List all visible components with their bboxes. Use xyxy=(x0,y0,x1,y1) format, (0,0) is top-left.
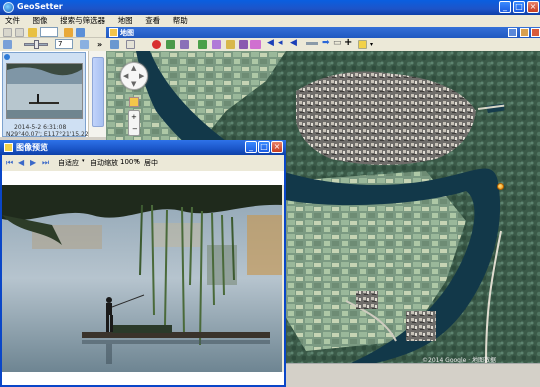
previous-marker-icon[interactable] xyxy=(250,40,261,49)
close-button[interactable]: × xyxy=(527,1,539,13)
back-icon[interactable] xyxy=(3,28,12,37)
chevron-right-icon[interactable]: » xyxy=(97,40,102,49)
gps-icon[interactable] xyxy=(198,40,207,49)
thumbnail-coordinates: N29°40.07'; E117°21'15.22" xyxy=(6,131,92,138)
next-arrow-icon[interactable]: ➡ xyxy=(322,38,330,48)
menu-bar: 文件 图像 搜索与筛选器 地图 查看 帮助 xyxy=(0,15,540,27)
folder-level-input[interactable] xyxy=(40,27,58,37)
center-button[interactable]: 居中 xyxy=(144,158,158,168)
crosshair-icon[interactable]: + xyxy=(344,37,352,48)
dropdown-arrow-icon[interactable]: ▾ xyxy=(370,41,373,48)
forward-icon[interactable] xyxy=(15,28,24,37)
maximize-button[interactable]: □ xyxy=(513,1,525,13)
settings-icon[interactable] xyxy=(80,40,89,49)
menu-item-view[interactable]: 查看 xyxy=(140,15,165,27)
preview-photo[interactable] xyxy=(2,185,282,372)
photo-location-marker[interactable] xyxy=(497,183,504,190)
thumbnail-timestamp: 2014-5-2 6:31:08 xyxy=(14,124,67,131)
map-type-icon[interactable] xyxy=(110,40,119,49)
next-image-icon[interactable]: ▶ xyxy=(30,158,36,167)
open-folder-icon[interactable] xyxy=(64,28,73,37)
last-image-icon[interactable]: ⏭ xyxy=(42,158,49,168)
preview-titlebar[interactable]: 图像预览 _ □ × xyxy=(0,140,286,155)
preview-header-area xyxy=(2,171,284,185)
map-panel-undock-button[interactable] xyxy=(520,28,529,37)
image-icon xyxy=(4,143,13,152)
first-image-icon[interactable]: ⏮ xyxy=(6,158,13,168)
thumbnail-scrollbar[interactable] xyxy=(88,51,106,137)
pan-control-icon[interactable]: ▲ ▼ ◀ ▶ xyxy=(120,62,148,90)
thumbnail-size-spinner[interactable]: 7 xyxy=(55,39,73,49)
window-titlebar: GeoSetter _ □ × xyxy=(0,0,540,15)
zoom-slider[interactable]: + − xyxy=(128,110,140,136)
map-settings-icon[interactable] xyxy=(358,40,367,49)
menu-item-help[interactable]: 帮助 xyxy=(168,15,193,27)
auto-scale-button[interactable]: 自动缩放 xyxy=(90,158,118,168)
preview-maximize-button[interactable]: □ xyxy=(258,141,270,153)
arrow-left-icon[interactable]: ◀ xyxy=(267,38,274,48)
map-panel-header: 地图 xyxy=(106,27,540,38)
refresh-icon[interactable] xyxy=(76,28,85,37)
preview-close-button[interactable]: × xyxy=(271,141,283,153)
map-pin-icon[interactable] xyxy=(126,40,135,49)
street-view-icon[interactable] xyxy=(129,97,139,107)
window-title: GeoSetter xyxy=(17,2,63,11)
view-mode-icon[interactable] xyxy=(3,40,12,49)
scrollbar-thumb[interactable] xyxy=(92,57,104,127)
map-panel-close-button[interactable] xyxy=(531,28,540,37)
preview-minimize-button[interactable]: _ xyxy=(245,141,257,153)
map-panel-pin-button[interactable] xyxy=(508,28,517,37)
preview-title: 图像预览 xyxy=(16,143,48,152)
red-marker-icon[interactable] xyxy=(152,40,161,49)
globe-icon xyxy=(3,2,14,13)
slider-thumb[interactable] xyxy=(34,40,39,49)
waypoint-icon[interactable] xyxy=(180,40,189,49)
left-toolbar-bottom: 7 » xyxy=(0,38,106,51)
menu-item-image[interactable]: 图像 xyxy=(28,15,53,27)
track-icon[interactable] xyxy=(166,40,175,49)
separator-icon xyxy=(306,42,318,45)
location-dot-icon xyxy=(4,54,10,60)
layers-icon[interactable] xyxy=(239,40,248,49)
dropdown-arrow-icon[interactable]: ▾ xyxy=(136,158,139,164)
arrow-left-small-icon[interactable]: ◂ xyxy=(278,38,283,48)
geosetter-app: GeoSetter _ □ × 文件 图像 搜索与筛选器 地图 查看 帮助 7 … xyxy=(0,0,540,387)
left-toolbar-top xyxy=(0,27,106,38)
preview-scrollbar[interactable] xyxy=(2,372,284,385)
folder-icon[interactable] xyxy=(28,28,37,37)
thumbnail-image[interactable] xyxy=(6,63,83,119)
previous-image-icon[interactable]: ◀ xyxy=(18,158,24,167)
menu-item-file[interactable]: 文件 xyxy=(0,15,25,27)
dropdown-arrow-icon[interactable]: ▾ xyxy=(82,158,85,164)
preview-toolbar: ⏮ ◀ ▶ ⏭ 自适应 ▾ 自动缩放 100% ▾ 居中 xyxy=(2,155,284,171)
search-location-icon[interactable] xyxy=(212,40,221,49)
map-panel-title: 地图 xyxy=(120,29,134,37)
map-icon xyxy=(109,28,118,37)
menu-item-map[interactable]: 地图 xyxy=(113,15,138,27)
arrow-right-icon[interactable]: ◀ xyxy=(290,38,297,48)
zoom-to-icon[interactable] xyxy=(226,40,235,49)
minimize-button[interactable]: _ xyxy=(499,1,511,13)
menu-item-search-filter[interactable]: 搜索与筛选器 xyxy=(55,15,110,27)
comment-icon[interactable]: ▭ xyxy=(333,38,342,48)
fit-to-window-button[interactable]: 自适应 xyxy=(58,158,79,168)
map-toolbar: ◀ ◂ ◀ ➡ ▭ + ▾ xyxy=(106,37,540,51)
